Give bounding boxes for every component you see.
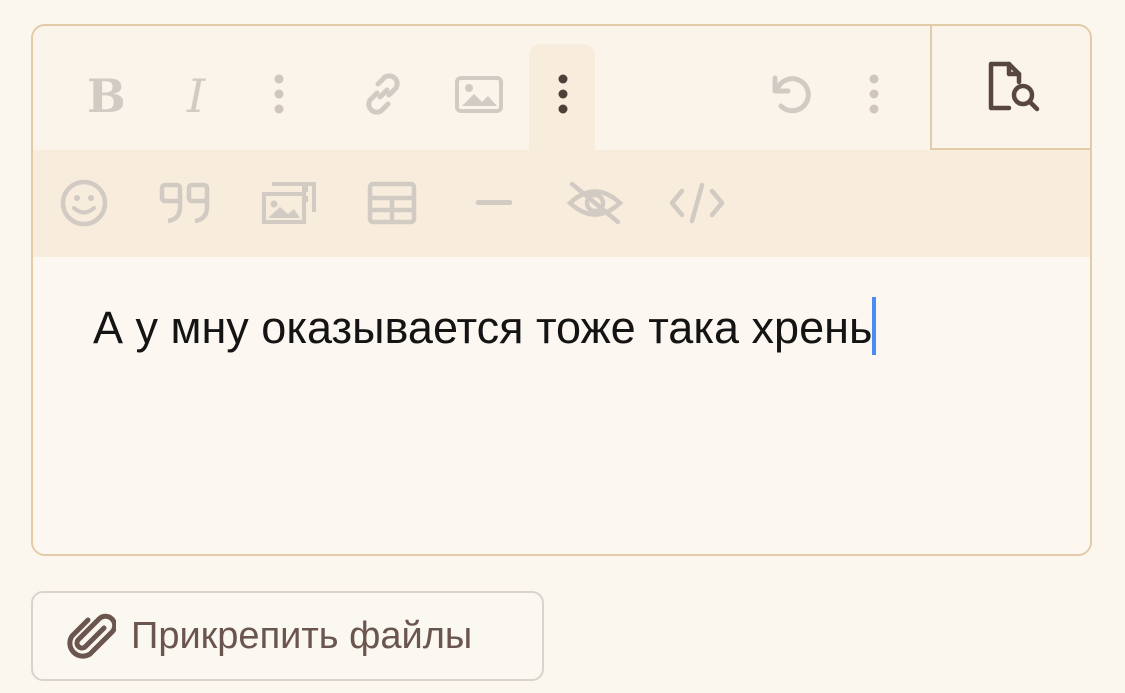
- more-insert-options-button[interactable]: [543, 64, 583, 124]
- toolbar-row-primary: B I: [33, 26, 930, 150]
- undo-button[interactable]: [759, 64, 823, 124]
- more-options-button[interactable]: [854, 64, 894, 124]
- minus-icon: [476, 200, 512, 205]
- eye-slash-icon: [566, 181, 624, 225]
- bold-button[interactable]: B: [77, 64, 129, 124]
- image-icon: [455, 76, 503, 113]
- vertical-dots-icon: [558, 74, 568, 114]
- insert-table-button[interactable]: [363, 176, 421, 230]
- editor-text-value: А у мну оказывается тоже така хрень: [93, 302, 873, 353]
- insert-spoiler-button[interactable]: [563, 176, 627, 230]
- attach-files-button[interactable]: Прикрепить файлы: [31, 591, 544, 681]
- editor-text: А у мну оказывается тоже така хрень: [93, 297, 877, 358]
- code-icon: [669, 182, 725, 224]
- bold-icon: B: [87, 72, 123, 116]
- insert-quote-button[interactable]: [157, 176, 215, 230]
- insert-gallery-button[interactable]: [257, 176, 321, 230]
- svg-text:B: B: [87, 72, 123, 116]
- message-editor: B I А у мну оказывается тоже така хрень: [31, 24, 1092, 556]
- toolbar-row-secondary: [33, 150, 1090, 257]
- document-search-icon: [988, 61, 1040, 112]
- insert-image-button[interactable]: [449, 64, 509, 124]
- smiley-icon: [60, 179, 108, 227]
- table-icon: [367, 181, 417, 225]
- vertical-dots-icon: [274, 74, 284, 114]
- italic-button[interactable]: I: [173, 64, 225, 124]
- gallery-icon: [262, 182, 316, 224]
- preview-button[interactable]: [930, 26, 1090, 150]
- attach-files-label: Прикрепить файлы: [131, 614, 473, 657]
- svg-text:I: I: [186, 72, 206, 116]
- text-caret: [872, 297, 877, 355]
- vertical-dots-icon: [869, 74, 879, 114]
- insert-code-button[interactable]: [667, 176, 727, 230]
- quote-icon: [159, 182, 210, 224]
- insert-emoji-button[interactable]: [57, 176, 111, 230]
- undo-icon: [772, 75, 811, 114]
- more-text-options-button[interactable]: [259, 64, 299, 124]
- editor-content[interactable]: А у мну оказывается тоже така хрень: [33, 257, 1090, 554]
- paperclip-icon: [65, 609, 117, 663]
- italic-icon: I: [186, 72, 206, 116]
- insert-link-button[interactable]: [353, 64, 413, 124]
- insert-horizontal-line-button[interactable]: [469, 176, 519, 230]
- link-icon: [366, 73, 400, 115]
